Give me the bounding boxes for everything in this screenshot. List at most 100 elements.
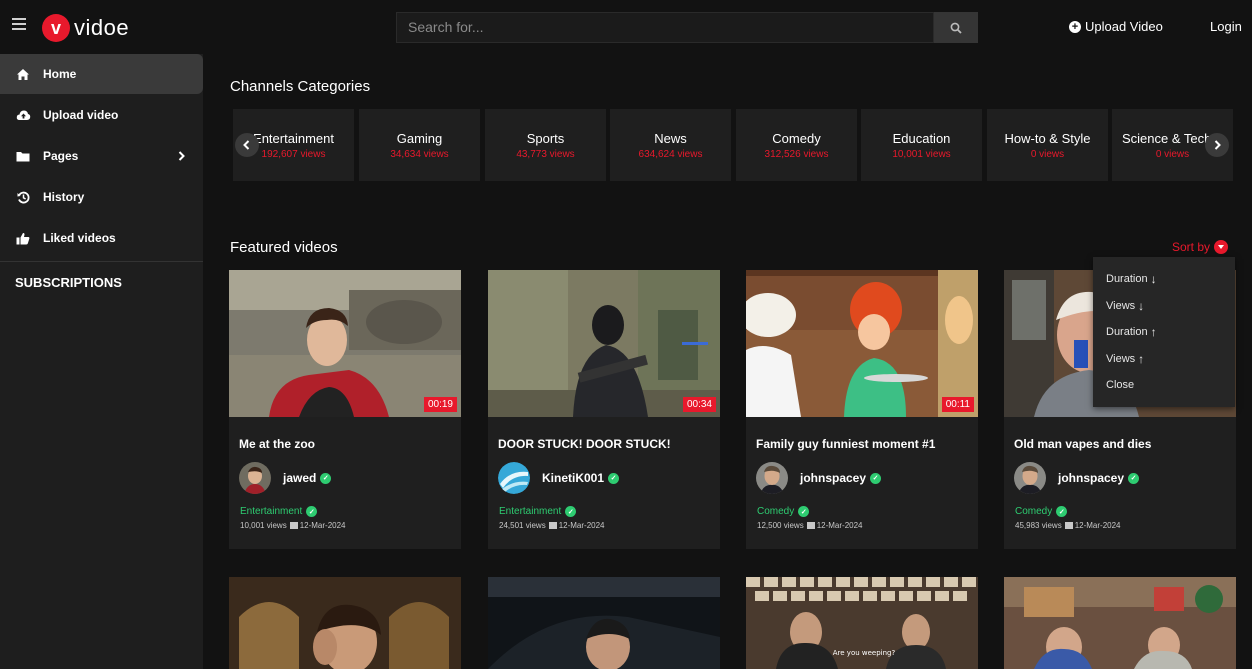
arrow-up-icon: ↑ <box>1150 325 1157 340</box>
category-views: 34,634 views <box>390 149 449 160</box>
verified-check-icon: ✓ <box>320 472 332 484</box>
category-name: Gaming <box>396 131 443 146</box>
carousel-next-button[interactable] <box>1205 133 1229 157</box>
category-name: Comedy <box>772 131 821 146</box>
upload-date: 12-Mar-2024 <box>816 521 863 530</box>
view-count: 12,500 views <box>757 521 804 530</box>
video-category[interactable]: Entertainment ✓ <box>499 506 720 517</box>
video-title[interactable]: Old man vapes and dies <box>1014 437 1236 451</box>
video-thumbnail[interactable] <box>488 577 720 669</box>
sort-dropdown-menu: Duration ↓ Views ↓ Duration ↑ Views ↑ Close <box>1093 257 1235 407</box>
verified-check-icon: ✓ <box>608 472 620 484</box>
video-duration: 00:34 <box>682 397 716 412</box>
author-name: jawed <box>283 471 317 485</box>
history-icon <box>15 189 31 205</box>
category-views: 43,773 views <box>516 149 575 160</box>
video-author[interactable]: KinetiK001 ✓ <box>498 462 720 494</box>
video-category[interactable]: Comedy ✓ <box>757 506 978 517</box>
category-name: How-to & Style <box>1004 131 1091 146</box>
sidebar-item-label: Upload video <box>43 108 119 122</box>
video-title[interactable]: Family guy funniest moment #1 <box>756 437 978 451</box>
sort-by-label: Sort by <box>1172 240 1211 254</box>
verified-check-icon: ✓ <box>1056 506 1068 517</box>
sidebar-item-home[interactable]: Home <box>0 54 203 94</box>
category-card[interactable]: Comedy 312,526 views <box>736 109 857 181</box>
avatar <box>239 462 271 494</box>
video-meta: 24,501 views 12-Mar-2024 <box>499 521 720 530</box>
upload-date: 12-Mar-2024 <box>558 521 605 530</box>
category-views: 10,001 views <box>892 149 951 160</box>
author-name: johnspacey <box>1058 471 1125 485</box>
video-meta: 45,983 views 12-Mar-2024 <box>1015 521 1236 530</box>
video-meta: 12,500 views 12-Mar-2024 <box>757 521 978 530</box>
author-name: johnspacey <box>800 471 867 485</box>
view-count: 10,001 views <box>240 521 287 530</box>
avatar <box>756 462 788 494</box>
sort-option-views-desc[interactable]: Views ↓ <box>1093 293 1235 320</box>
categories-heading: Channels Categories <box>230 78 371 95</box>
verified-check-icon: ✓ <box>306 506 318 517</box>
top-navbar: v vidoe Search for... + Upload Video Log… <box>0 0 1252 54</box>
login-link[interactable]: Login <box>1210 19 1242 34</box>
search-button[interactable] <box>934 12 978 43</box>
sidebar-item-label: History <box>43 190 85 204</box>
verified-check-icon: ✓ <box>565 506 577 517</box>
sort-by-toggle[interactable]: Sort by <box>1172 240 1229 254</box>
category-card[interactable]: News 634,624 views <box>610 109 731 181</box>
sidebar-item-upload-video[interactable]: Upload video <box>0 95 203 135</box>
category-card[interactable]: Education 10,001 views <box>861 109 982 181</box>
logo[interactable]: v vidoe <box>42 14 129 42</box>
verified-check-icon: ✓ <box>798 506 810 517</box>
verified-check-icon: ✓ <box>870 472 882 484</box>
video-title[interactable]: Me at the zoo <box>239 437 461 451</box>
categories-carousel: Entertainment 192,607 views Gaming 34,63… <box>233 109 1236 181</box>
video-category[interactable]: Comedy ✓ <box>1015 506 1236 517</box>
video-author[interactable]: johnspacey ✓ <box>1014 462 1236 494</box>
video-card: 00:11 Family guy funniest moment #1 john… <box>746 270 978 549</box>
category-views: 0 views <box>1030 149 1065 160</box>
video-thumbnail[interactable]: 00:19 <box>229 270 461 417</box>
category-card[interactable]: Gaming 34,634 views <box>359 109 480 181</box>
video-card: 00:19 Me at the zoo jawed ✓ Entertainmen… <box>229 270 461 549</box>
sidebar-item-label: Home <box>43 67 77 81</box>
video-author[interactable]: jawed ✓ <box>239 462 461 494</box>
video-thumbnail[interactable]: 00:34 <box>488 270 720 417</box>
sort-option-duration-desc[interactable]: Duration ↓ <box>1093 266 1235 293</box>
arrow-down-icon: ↓ <box>1138 298 1145 313</box>
upload-video-link[interactable]: + Upload Video <box>1069 19 1163 34</box>
sort-option-duration-asc[interactable]: Duration ↑ <box>1093 319 1235 346</box>
home-icon <box>15 66 31 82</box>
video-thumbnail[interactable]: Are you weeping? <box>746 577 978 669</box>
video-author[interactable]: johnspacey ✓ <box>756 462 978 494</box>
logo-badge: v <box>42 14 70 42</box>
chevron-right-icon <box>1214 140 1221 150</box>
sidebar-item-pages[interactable]: Pages <box>0 136 203 176</box>
thumbs-up-icon <box>15 230 31 246</box>
video-thumbnail[interactable] <box>229 577 461 669</box>
hamburger-menu-icon[interactable] <box>12 18 26 30</box>
cloud-upload-icon <box>15 107 31 123</box>
sort-option-close[interactable]: Close <box>1093 372 1235 399</box>
search-input[interactable]: Search for... <box>396 12 934 43</box>
sidebar-item-liked-videos[interactable]: Liked videos <box>0 218 203 258</box>
view-count: 45,983 views <box>1015 521 1062 530</box>
featured-heading: Featured videos <box>230 239 338 256</box>
category-name: News <box>654 131 687 146</box>
video-category[interactable]: Entertainment ✓ <box>240 506 461 517</box>
video-meta: 10,001 views 12-Mar-2024 <box>240 521 461 530</box>
category-card[interactable]: How-to & Style 0 views <box>987 109 1108 181</box>
video-thumbnail[interactable]: 00:11 <box>746 270 978 417</box>
category-card[interactable]: Sports 43,773 views <box>485 109 606 181</box>
upload-date: 12-Mar-2024 <box>299 521 346 530</box>
chevron-right-icon <box>178 150 185 164</box>
video-title[interactable]: DOOR STUCK! DOOR STUCK! <box>498 437 720 451</box>
calendar-icon <box>289 522 298 529</box>
video-thumbnail[interactable] <box>1004 577 1236 669</box>
carousel-prev-button[interactable] <box>235 133 259 157</box>
caret-down-icon <box>1214 240 1229 254</box>
sort-option-views-asc[interactable]: Views ↑ <box>1093 346 1235 373</box>
author-name: KinetiK001 <box>542 471 605 485</box>
upload-video-label: Upload Video <box>1085 19 1163 34</box>
search-icon <box>950 22 962 34</box>
sidebar-item-history[interactable]: History <box>0 177 203 217</box>
